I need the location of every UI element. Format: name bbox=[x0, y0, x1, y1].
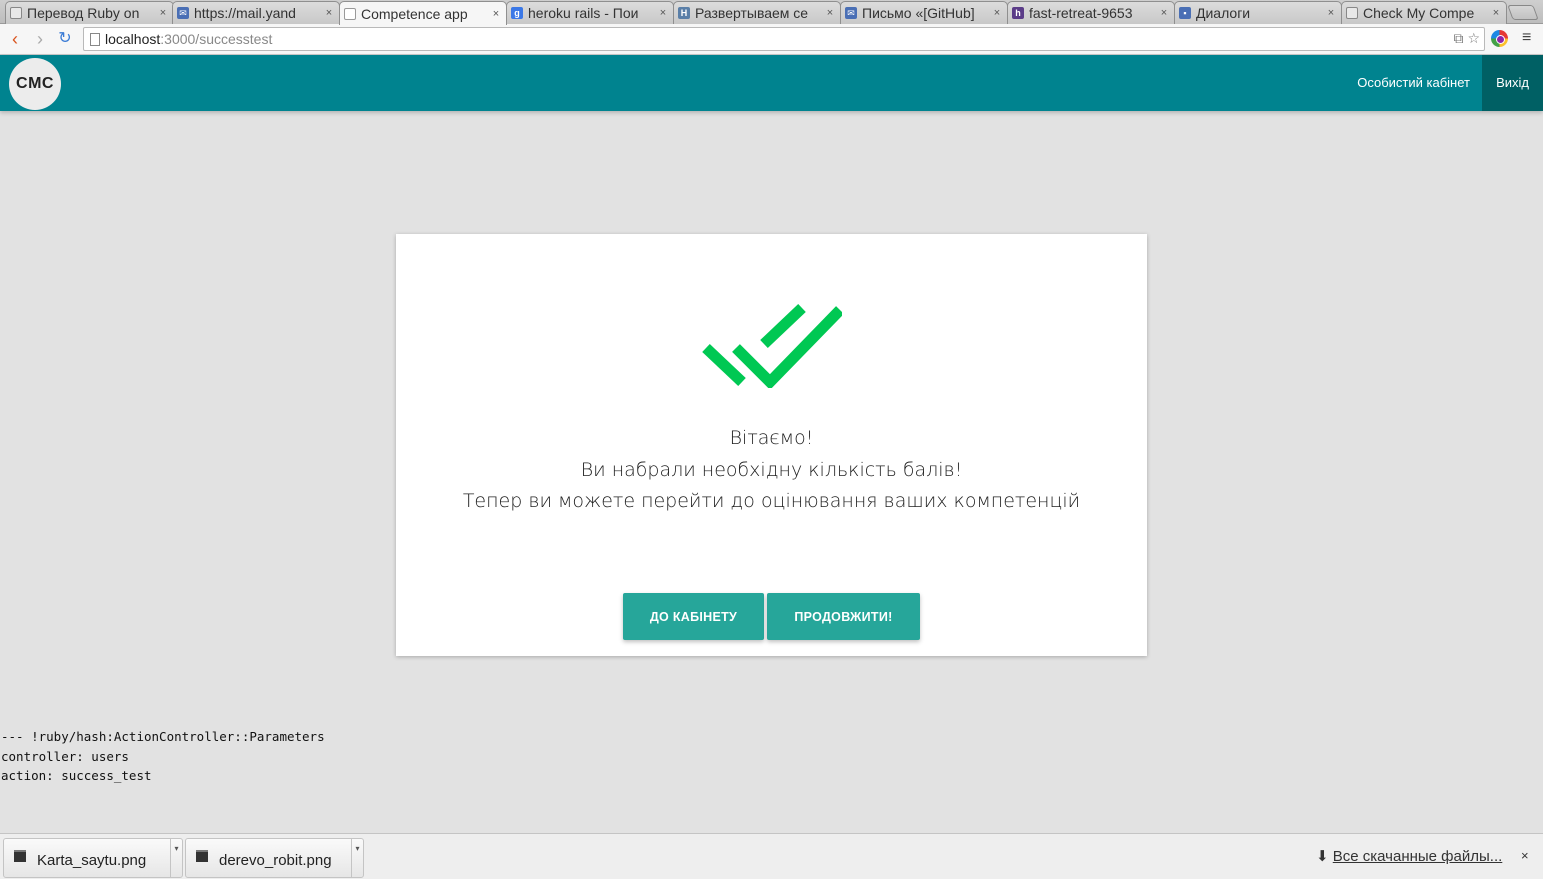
browser-tab-strip: Перевод Ruby on × ✉ https://mail.yand × … bbox=[0, 0, 1543, 25]
tab-title: Check My Compe bbox=[1363, 5, 1475, 21]
habr-icon: H bbox=[678, 7, 690, 19]
app-logo[interactable]: CMC bbox=[9, 58, 61, 110]
browser-tab-active[interactable]: Competence app × bbox=[339, 1, 507, 25]
browser-tab[interactable]: ✉ Письмо «[GitHub] × bbox=[840, 1, 1008, 24]
debug-line: action: success_test bbox=[1, 768, 152, 783]
bookmark-star-icon[interactable]: ☆ bbox=[1467, 30, 1480, 46]
new-tab-button[interactable] bbox=[1507, 5, 1539, 20]
browser-tab[interactable]: ✉ https://mail.yand × bbox=[172, 1, 340, 24]
close-icon[interactable]: × bbox=[1325, 7, 1337, 19]
mail-icon: ✉ bbox=[845, 7, 857, 19]
app-navbar: CMC Особистий кабінет Вихід bbox=[0, 55, 1543, 111]
tab-title: heroku rails - Пои bbox=[528, 5, 639, 21]
all-downloads-link[interactable]: ⬇ Все скачанные файлы... bbox=[1316, 847, 1502, 865]
image-file-icon bbox=[196, 850, 208, 862]
next-step-message: Тепер ви можете перейти до оцінювання ва… bbox=[462, 490, 1081, 512]
download-item[interactable]: Karta_saytu.png ▾ bbox=[3, 838, 183, 878]
reload-icon[interactable]: ↻ bbox=[55, 29, 75, 49]
browser-toolbar: ‹ › ↻ localhost:3000/successtest ⧉ ☆ ≡ bbox=[0, 24, 1543, 55]
forward-arrow-icon[interactable]: › bbox=[30, 29, 50, 49]
debug-line: controller: users bbox=[1, 748, 129, 764]
extension-icon[interactable] bbox=[1491, 30, 1508, 47]
double-check-icon bbox=[702, 304, 842, 388]
page-icon bbox=[1346, 7, 1358, 19]
close-icon[interactable]: × bbox=[1158, 7, 1170, 19]
chevron-down-icon[interactable]: ▾ bbox=[170, 839, 182, 877]
back-arrow-icon[interactable]: ‹ bbox=[5, 29, 25, 49]
browser-tab[interactable]: g heroku rails - Пои × bbox=[506, 1, 674, 24]
image-file-icon bbox=[14, 850, 26, 862]
congrats-heading: Вітаємо! bbox=[729, 427, 814, 449]
close-icon[interactable]: × bbox=[323, 7, 335, 19]
download-filename: derevo_robit.png bbox=[219, 852, 332, 869]
tab-title: Диалоги bbox=[1196, 5, 1251, 21]
translate-icon[interactable]: ⧉ bbox=[1454, 30, 1464, 46]
close-icon[interactable]: × bbox=[824, 7, 836, 19]
page-icon bbox=[10, 7, 22, 19]
score-message: Ви набрали необхідну кількість балів! bbox=[580, 459, 963, 481]
address-bar[interactable]: localhost:3000/successtest ⧉ ☆ bbox=[83, 27, 1485, 51]
omnibox-actions: ⧉ ☆ bbox=[1454, 30, 1480, 47]
url-text: localhost:3000/successtest bbox=[105, 31, 272, 47]
browser-tab[interactable]: ▪ Диалоги × bbox=[1174, 1, 1342, 24]
menu-icon[interactable]: ≡ bbox=[1522, 29, 1531, 47]
close-icon[interactable]: × bbox=[157, 7, 169, 19]
url-path: :3000/successtest bbox=[160, 31, 273, 47]
chat-icon: ▪ bbox=[1179, 7, 1191, 19]
nav-exit-link[interactable]: Вихід bbox=[1482, 55, 1543, 111]
continue-button[interactable]: ПРОДОВЖИТИ! bbox=[767, 593, 920, 640]
browser-tab[interactable]: h fast-retreat-9653 × bbox=[1007, 1, 1175, 24]
all-downloads-label[interactable]: Все скачанные файлы... bbox=[1333, 848, 1503, 865]
tab-title: fast-retreat-9653 bbox=[1029, 5, 1133, 21]
url-host: localhost bbox=[105, 31, 161, 47]
browser-tab[interactable]: H Развертываем се × bbox=[673, 1, 841, 24]
debug-line: --- !ruby/hash:ActionController::Paramet… bbox=[1, 729, 325, 744]
debug-params: --- !ruby/hash:ActionController::Paramet… bbox=[1, 727, 325, 786]
browser-tab[interactable]: Перевод Ruby on × bbox=[5, 1, 174, 24]
chevron-down-icon[interactable]: ▾ bbox=[351, 839, 363, 877]
tab-title: Перевод Ruby on bbox=[27, 5, 140, 21]
close-icon[interactable]: × bbox=[490, 8, 502, 20]
download-filename: Karta_saytu.png bbox=[37, 852, 147, 869]
success-card: Вітаємо! Ви набрали необхідну кількість … bbox=[396, 234, 1147, 656]
tab-title: Развертываем се bbox=[695, 5, 809, 21]
to-cabinet-button[interactable]: ДО КАБІНЕТУ bbox=[623, 593, 764, 640]
nav-cabinet-link[interactable]: Особистий кабінет bbox=[1343, 55, 1484, 111]
close-icon[interactable]: × bbox=[991, 7, 1003, 19]
download-item[interactable]: derevo_robit.png ▾ bbox=[185, 838, 364, 878]
download-arrow-icon: ⬇ bbox=[1316, 848, 1329, 865]
mail-icon: ✉ bbox=[177, 7, 189, 19]
close-icon[interactable]: × bbox=[657, 7, 669, 19]
tab-title: Письмо «[GitHub] bbox=[862, 5, 975, 21]
page-icon bbox=[344, 7, 356, 20]
browser-tab[interactable]: Check My Compe × bbox=[1341, 1, 1507, 24]
tab-title: Competence app bbox=[361, 5, 468, 22]
google-icon: g bbox=[511, 7, 523, 19]
download-shelf: Karta_saytu.png ▾ derevo_robit.png ▾ ⬇ В… bbox=[0, 833, 1543, 879]
tab-title: https://mail.yand bbox=[194, 5, 296, 21]
page-icon bbox=[90, 33, 100, 46]
close-icon[interactable]: × bbox=[1521, 848, 1529, 863]
heroku-icon: h bbox=[1012, 7, 1024, 19]
close-icon[interactable]: × bbox=[1490, 7, 1502, 19]
